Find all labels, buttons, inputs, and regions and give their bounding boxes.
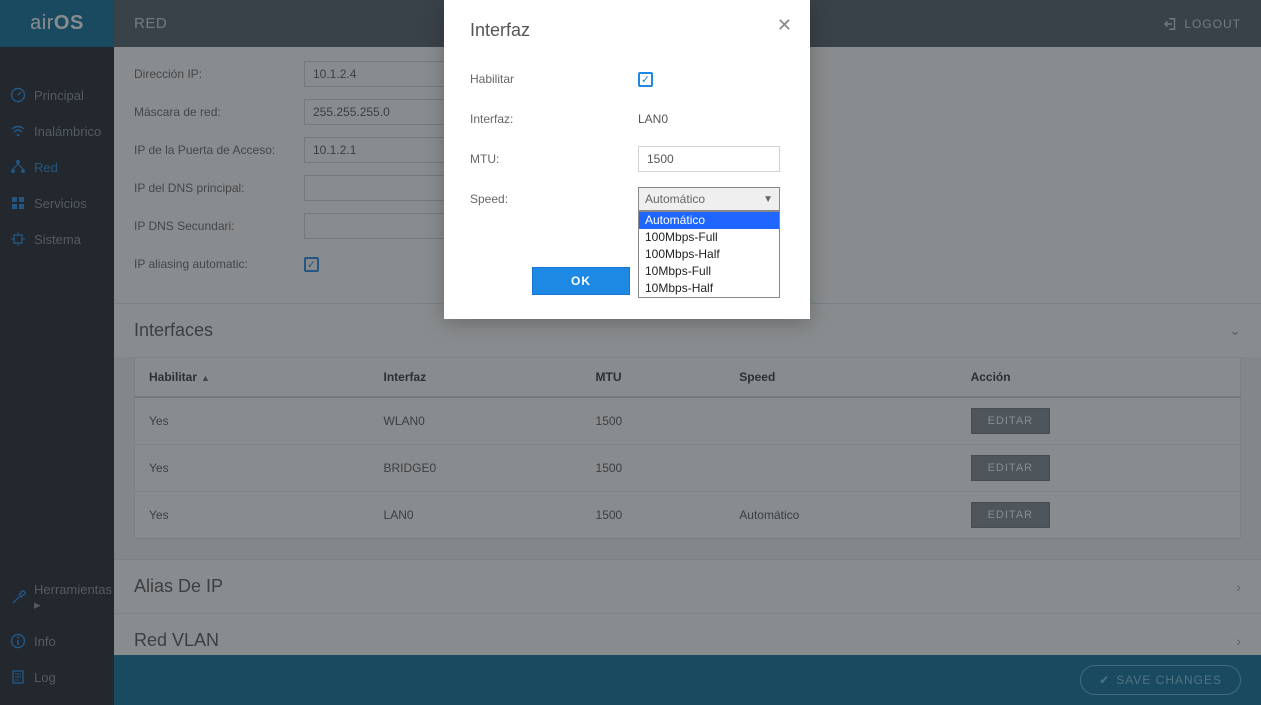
modal-enable-label: Habilitar — [470, 72, 638, 86]
select-value: Automático — [645, 192, 705, 206]
speed-option[interactable]: 100Mbps-Half — [639, 246, 779, 263]
modal-speed-select[interactable]: Automático ▼ — [638, 187, 780, 211]
ok-button[interactable]: OK — [532, 267, 630, 295]
speed-dropdown: Automático 100Mbps-Full 100Mbps-Half 10M… — [638, 211, 780, 298]
modal-speed-label: Speed: — [470, 192, 638, 206]
speed-option[interactable]: 10Mbps-Full — [639, 263, 779, 280]
modal-enable-checkbox[interactable]: ✓ — [638, 72, 653, 87]
modal-iface-label: Interfaz: — [470, 112, 638, 126]
modal-title: Interfaz — [470, 20, 784, 41]
modal-mtu-label: MTU: — [470, 152, 638, 166]
dropdown-icon: ▼ — [763, 194, 773, 205]
close-button[interactable]: ✕ — [777, 16, 792, 34]
close-icon: ✕ — [777, 15, 792, 35]
speed-option[interactable]: 10Mbps-Half — [639, 280, 779, 297]
modal-mtu-input[interactable] — [638, 146, 780, 172]
modal-iface-value: LAN0 — [638, 112, 668, 126]
interface-modal: ✕ Interfaz Habilitar ✓ Interfaz: LAN0 MT… — [444, 0, 810, 319]
speed-option[interactable]: 100Mbps-Full — [639, 229, 779, 246]
speed-option[interactable]: Automático — [639, 212, 779, 229]
